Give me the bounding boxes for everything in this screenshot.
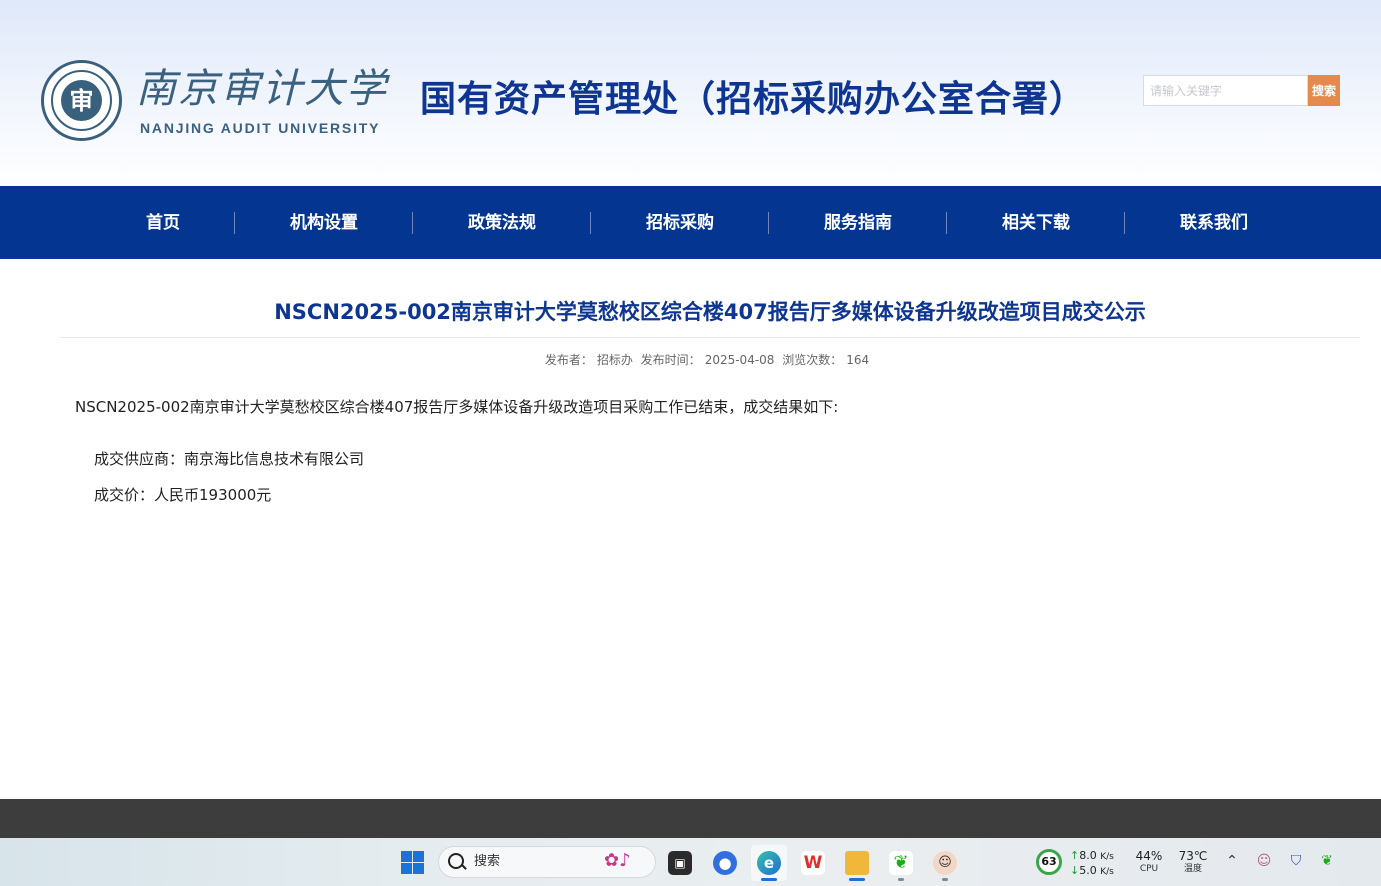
wechat-icon[interactable]: ❦ [883, 845, 919, 881]
temperature: 73℃ 温度 [1176, 849, 1210, 875]
meta-date-label: 发布时间： [640, 353, 701, 367]
search-highlight-doodle-icon: ✿♪ [604, 850, 631, 871]
meta-views: 164 [846, 353, 870, 367]
logo-english-name: NANJING AUDIT UNIVERSITY [140, 120, 381, 136]
site-search-input[interactable] [1143, 75, 1308, 106]
meta-views-label: 浏览次数： [782, 353, 843, 367]
supplier-name: 南京海比信息技术有限公司 [184, 450, 365, 468]
avatar-app-icon[interactable]: ☺ [927, 845, 963, 881]
net-down-value: 5.0 [1079, 864, 1097, 877]
meta-publisher: 招标办 [596, 353, 633, 367]
supplier-line: 成交供应商：南京海比信息技术有限公司 [94, 449, 364, 469]
nav-item-policies[interactable]: 政策法规 [413, 186, 591, 259]
seal-center-char: 审 [61, 80, 102, 121]
cpu-label: CPU [1139, 864, 1159, 874]
cpu-usage: 44% CPU [1133, 849, 1165, 875]
temp-label: 温度 [1183, 864, 1202, 874]
task-view-icon[interactable]: ▣ [662, 845, 698, 881]
temp-value: 73℃ [1178, 849, 1208, 863]
net-up-value: 8.0 [1079, 849, 1097, 862]
university-seal-logo[interactable]: 审 [41, 60, 122, 141]
active-app-indicator [761, 878, 777, 881]
avatar-tray-icon[interactable]: ☺ [1254, 851, 1274, 871]
cpu-value: 44% [1135, 849, 1163, 863]
search-icon [448, 853, 464, 869]
title-divider [60, 337, 1360, 338]
article-title: NSCN2025-002南京审计大学莫愁校区综合楼407报告厅多媒体设备升级改造… [274, 300, 1146, 324]
supplier-label: 成交供应商： [94, 450, 185, 468]
nav-item-tender[interactable]: 招标采购 [591, 186, 769, 259]
price-line: 成交价：人民币193000元 [94, 485, 271, 505]
edge-browser-icon[interactable]: e [751, 845, 787, 881]
nav-item-contact[interactable]: 联系我们 [1125, 186, 1303, 259]
net-down-unit: K/s [1100, 867, 1114, 877]
main-nav: 首页 机构设置 政策法规 招标采购 服务指南 相关下载 联系我们 [0, 186, 1381, 259]
logo-chinese-name[interactable]: 南京审计大学 [136, 66, 386, 112]
price-label: 成交价： [94, 486, 155, 504]
open-app-indicator [898, 878, 904, 881]
meta-date: 2025-04-08 [704, 353, 775, 367]
performance-gauge[interactable]: 63 [1036, 849, 1062, 875]
nav-item-service-guide[interactable]: 服务指南 [769, 186, 947, 259]
windows-start-icon[interactable] [401, 851, 424, 874]
chevron-up-icon[interactable]: ⌃ [1222, 851, 1242, 871]
wps-office-icon[interactable]: W [795, 845, 831, 881]
price-value: 人民币193000元 [154, 486, 272, 504]
shield-icon[interactable]: ⛉ [1286, 851, 1306, 871]
open-app-indicator [849, 878, 865, 881]
site-header: 审 南京审计大学 NANJING AUDIT UNIVERSITY 国有资产管理… [0, 0, 1381, 186]
meta-publisher-label: 发布者： [544, 353, 593, 367]
net-up-unit: K/s [1100, 852, 1114, 862]
site-footer [0, 799, 1381, 838]
nav-item-downloads[interactable]: 相关下载 [947, 186, 1125, 259]
nav-item-home[interactable]: 首页 [74, 186, 252, 259]
file-explorer-icon[interactable] [839, 845, 875, 881]
network-speed: ↑8.0 K/s ↓5.0 K/s [1070, 849, 1114, 877]
open-app-indicator [942, 878, 948, 881]
taskbar-search-label: 搜索 [474, 854, 501, 869]
article-intro: NSCN2025-002南京审计大学莫愁校区综合楼407报告厅多媒体设备升级改造… [75, 398, 839, 416]
browser-alt-icon[interactable]: ● [707, 845, 743, 881]
article-meta: 发布者： 招标办 发布时间： 2025-04-08 浏览次数： 164 [0, 352, 1381, 368]
nav-item-organization[interactable]: 机构设置 [235, 186, 413, 259]
department-title: 国有资产管理处（招标采购办公室合署） [420, 79, 1087, 120]
site-search-button[interactable]: 搜索 [1308, 75, 1340, 106]
wechat-tray-icon[interactable]: ❦ [1317, 851, 1337, 871]
